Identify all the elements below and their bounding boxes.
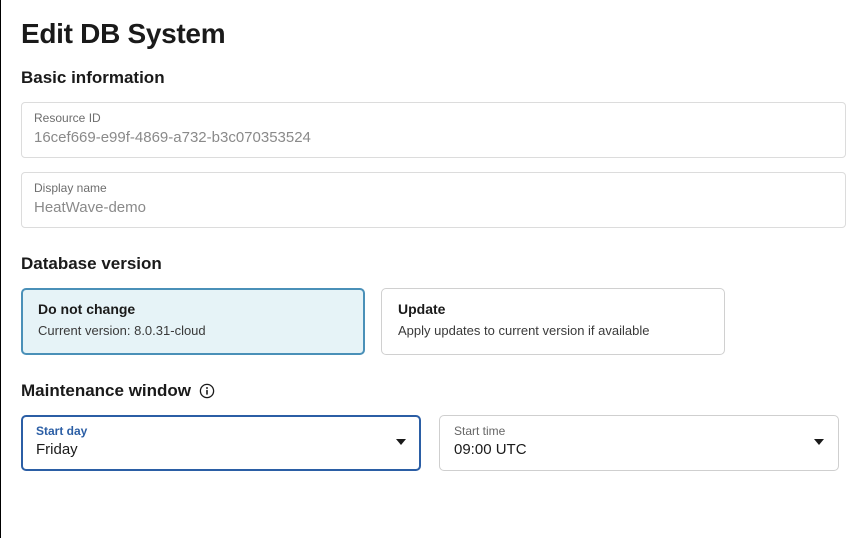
page-title: Edit DB System bbox=[21, 18, 846, 50]
start-day-select[interactable]: Start day Friday bbox=[21, 415, 421, 471]
maintenance-window-section: Maintenance window Start day Friday Star… bbox=[21, 381, 846, 471]
version-option-subtitle: Current version: 8.0.31-cloud bbox=[38, 323, 348, 340]
maintenance-row: Start day Friday Start time 09:00 UTC bbox=[21, 415, 846, 471]
version-options-row: Do not change Current version: 8.0.31-cl… bbox=[21, 288, 846, 355]
maintenance-window-heading: Maintenance window bbox=[21, 381, 191, 401]
start-time-value: 09:00 UTC bbox=[454, 440, 527, 460]
resource-id-value: 16cef669-e99f-4869-a732-b3c070353524 bbox=[34, 128, 833, 148]
version-option-title: Do not change bbox=[38, 301, 348, 317]
start-day-value: Friday bbox=[36, 440, 87, 460]
version-option-do-not-change[interactable]: Do not change Current version: 8.0.31-cl… bbox=[21, 288, 365, 355]
resource-id-label: Resource ID bbox=[34, 111, 833, 127]
database-version-heading: Database version bbox=[21, 254, 846, 274]
start-day-label: Start day bbox=[36, 424, 87, 440]
version-option-title: Update bbox=[398, 301, 708, 317]
display-name-field[interactable]: Display name HeatWave-demo bbox=[21, 172, 846, 228]
basic-information-heading: Basic information bbox=[21, 68, 846, 88]
display-name-value: HeatWave-demo bbox=[34, 198, 833, 218]
chevron-down-icon bbox=[814, 439, 824, 445]
start-time-select[interactable]: Start time 09:00 UTC bbox=[439, 415, 839, 471]
database-version-section: Database version Do not change Current v… bbox=[21, 254, 846, 355]
version-option-update[interactable]: Update Apply updates to current version … bbox=[381, 288, 725, 355]
resource-id-field[interactable]: Resource ID 16cef669-e99f-4869-a732-b3c0… bbox=[21, 102, 846, 158]
basic-information-section: Basic information Resource ID 16cef669-e… bbox=[21, 68, 846, 228]
start-time-label: Start time bbox=[454, 424, 527, 440]
info-icon[interactable] bbox=[199, 383, 215, 399]
chevron-down-icon bbox=[396, 439, 406, 445]
display-name-label: Display name bbox=[34, 181, 833, 197]
version-option-subtitle: Apply updates to current version if avai… bbox=[398, 323, 708, 340]
